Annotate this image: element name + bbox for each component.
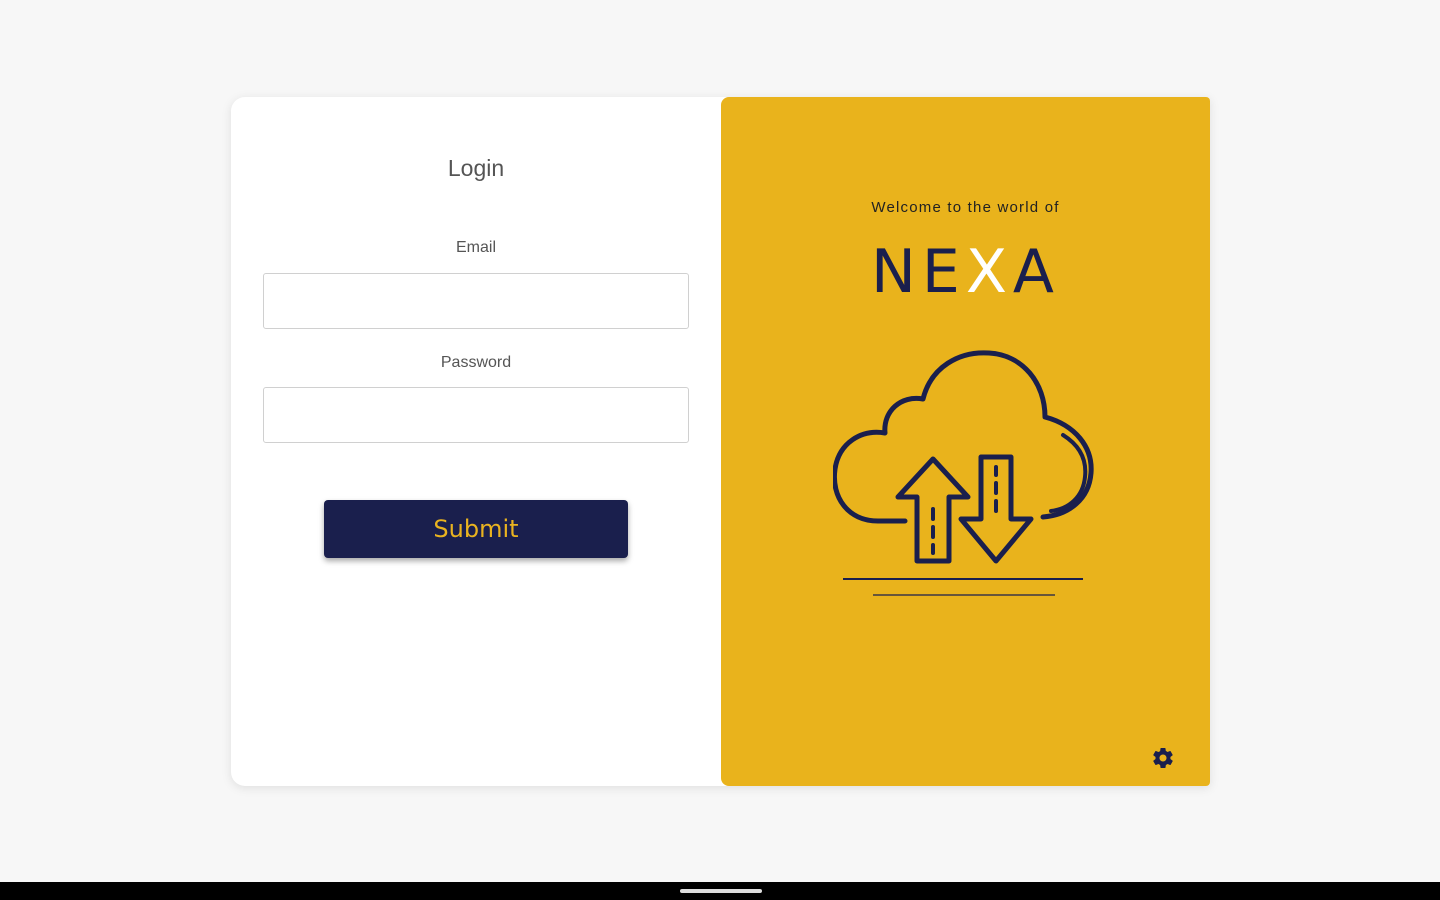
cloud-upload-download-icon bbox=[833, 350, 1094, 596]
brand-logo-x: X bbox=[965, 237, 1013, 307]
welcome-tagline: Welcome to the world of bbox=[871, 199, 1060, 216]
login-pane: Login Email Password Submit bbox=[231, 97, 721, 786]
brand-logo-part2: A bbox=[1012, 237, 1060, 307]
password-label: Password bbox=[440, 354, 512, 371]
welcome-pane: Welcome to the world of NEXA bbox=[721, 97, 1210, 786]
login-card: Login Email Password Submit Welcome to t… bbox=[231, 97, 1210, 786]
password-input[interactable] bbox=[263, 387, 689, 443]
email-label: Email bbox=[455, 239, 496, 256]
settings-button[interactable] bbox=[1149, 744, 1177, 772]
login-title: Login bbox=[447, 155, 505, 181]
email-input[interactable] bbox=[263, 273, 689, 329]
home-gesture-handle[interactable] bbox=[680, 889, 762, 893]
brand-logo-part1: NE bbox=[871, 237, 966, 307]
system-nav-bar bbox=[0, 882, 1440, 900]
submit-button[interactable]: Submit bbox=[324, 500, 628, 558]
brand-logo: NEXA bbox=[721, 237, 1210, 307]
gear-icon bbox=[1153, 748, 1173, 769]
